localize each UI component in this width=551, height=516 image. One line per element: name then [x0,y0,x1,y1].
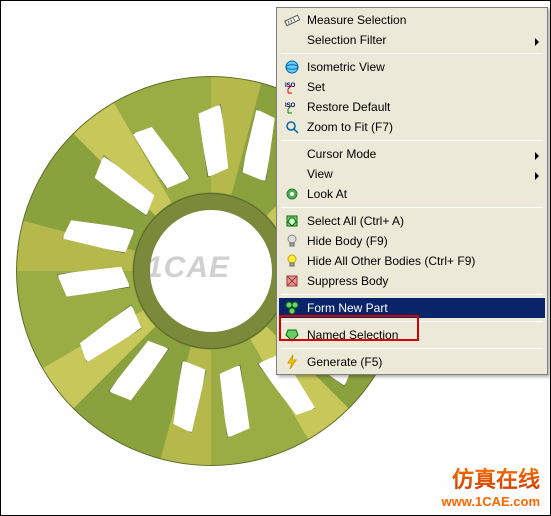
iso-restore-icon: ISO [283,98,301,116]
look-at-icon [283,185,301,203]
menu-separator [281,348,543,349]
menu-form-new-part[interactable]: Form New Part [279,298,545,318]
menu-label: Generate (F5) [307,355,531,369]
menu-generate[interactable]: Generate (F5) [279,352,545,372]
blank-icon [283,145,301,163]
menu-label: Cursor Mode [307,147,531,161]
brand-url-text: www.1CAE.com [442,494,540,509]
menu-hide-body[interactable]: Hide Body (F9) [279,231,545,251]
lightbulb-off-icon [283,232,301,250]
submenu-arrow-icon [535,38,539,46]
menu-label: Named Selection [307,328,531,342]
form-part-icon [283,299,301,317]
blank-icon [283,165,301,183]
menu-view[interactable]: View [279,164,545,184]
named-selection-icon [283,326,301,344]
select-all-icon [283,212,301,230]
menu-label: Hide All Other Bodies (Ctrl+ F9) [307,254,531,268]
menu-separator [281,321,543,322]
menu-label: Zoom to Fit (F7) [307,120,531,134]
menu-label: Isometric View [307,60,531,74]
menu-label: Restore Default [307,100,531,114]
menu-named-selection[interactable]: Named Selection [279,325,545,345]
iso-set-icon: ISO [283,78,301,96]
menu-select-all[interactable]: Select All (Ctrl+ A) [279,211,545,231]
menu-zoom-to-fit[interactable]: Zoom to Fit (F7) [279,117,545,137]
submenu-arrow-icon [535,172,539,180]
menu-measure-selection[interactable]: Measure Selection [279,10,545,30]
menu-suppress-body[interactable]: Suppress Body [279,271,545,291]
menu-look-at[interactable]: Look At [279,184,545,204]
menu-iso-set[interactable]: ISO Set [279,77,545,97]
zoom-fit-icon [283,118,301,136]
menu-separator [281,207,543,208]
menu-label: Form New Part [307,301,531,315]
menu-label: Set [307,80,531,94]
menu-label: Hide Body (F9) [307,234,531,248]
menu-label: View [307,167,531,181]
blank-icon [283,31,301,49]
menu-label: Measure Selection [307,13,531,27]
menu-label: Select All (Ctrl+ A) [307,214,531,228]
menu-label: Look At [307,187,531,201]
iso-sphere-icon [283,58,301,76]
menu-iso-restore-default[interactable]: ISO Restore Default [279,97,545,117]
menu-separator [281,140,543,141]
brand-cn-text: 仿真在线 [452,462,540,494]
menu-label: Selection Filter [307,33,531,47]
lightbulb-on-icon [283,252,301,270]
menu-separator [281,294,543,295]
lightning-icon [283,353,301,371]
menu-isometric-view[interactable]: Isometric View [279,57,545,77]
menu-cursor-mode[interactable]: Cursor Mode [279,144,545,164]
suppress-icon [283,272,301,290]
context-menu: Measure Selection Selection Filter Isome… [276,7,548,375]
watermark-brand: 仿真在线 www.1CAE.com [442,462,540,509]
submenu-arrow-icon [535,152,539,160]
menu-selection-filter[interactable]: Selection Filter [279,30,545,50]
ruler-icon [283,11,301,29]
menu-separator [281,53,543,54]
menu-hide-all-other[interactable]: Hide All Other Bodies (Ctrl+ F9) [279,251,545,271]
menu-label: Suppress Body [307,274,531,288]
